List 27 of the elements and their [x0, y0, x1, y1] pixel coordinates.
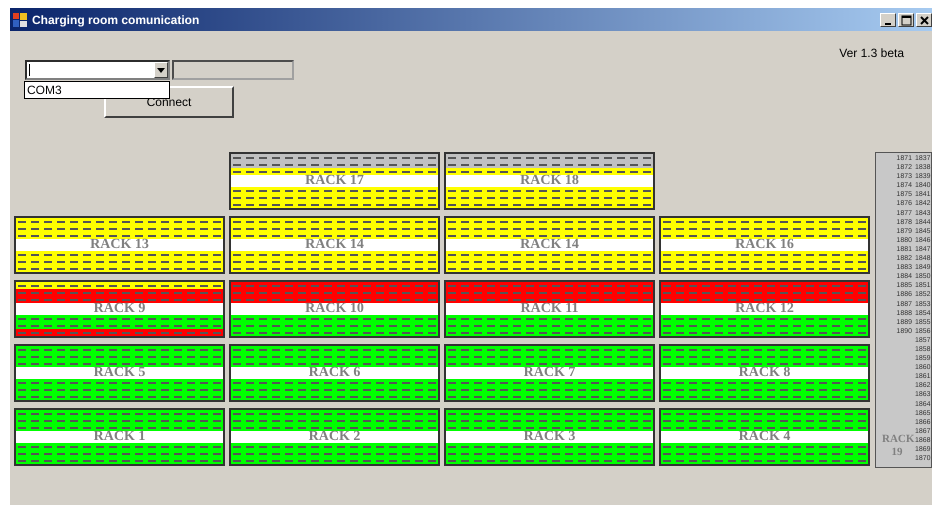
rack-label: RACK 5 [94, 367, 146, 379]
rack-label: RACK 16 [735, 239, 794, 251]
rack-label: RACK 13 [90, 239, 149, 251]
rack-label: RACK 14 [520, 239, 579, 251]
rack-label: RACK 14 [305, 239, 364, 251]
rack-label: RACK 12 [735, 303, 794, 315]
rack-label: RACK 19 [882, 433, 912, 459]
rack-label: RACK 18 [520, 175, 579, 187]
rack-label: RACK 7 [524, 367, 576, 379]
port-dropdown[interactable] [25, 60, 170, 80]
rack-label: RACK 1 [94, 431, 146, 443]
maximize-icon[interactable] [898, 12, 914, 26]
rack-label: RACK 9 [94, 303, 146, 315]
rack-label: RACK 17 [305, 175, 364, 187]
app-icon [12, 12, 28, 28]
rack-label: RACK 8 [738, 367, 790, 379]
rack-label: RACK 3 [524, 431, 576, 443]
rack-label: RACK 11 [520, 303, 578, 315]
rack-label: RACK 2 [308, 431, 360, 443]
close-icon[interactable] [916, 12, 932, 26]
version-label: Ver 1.3 beta [839, 46, 904, 60]
window-title: Charging room comunication [32, 12, 200, 26]
rack-label: RACK 10 [305, 303, 364, 315]
minimize-icon[interactable] [880, 12, 896, 26]
rack-label: RACK 4 [738, 431, 790, 443]
rack-label: RACK 6 [308, 367, 360, 379]
dropdown-option[interactable]: COM3 [25, 82, 169, 98]
